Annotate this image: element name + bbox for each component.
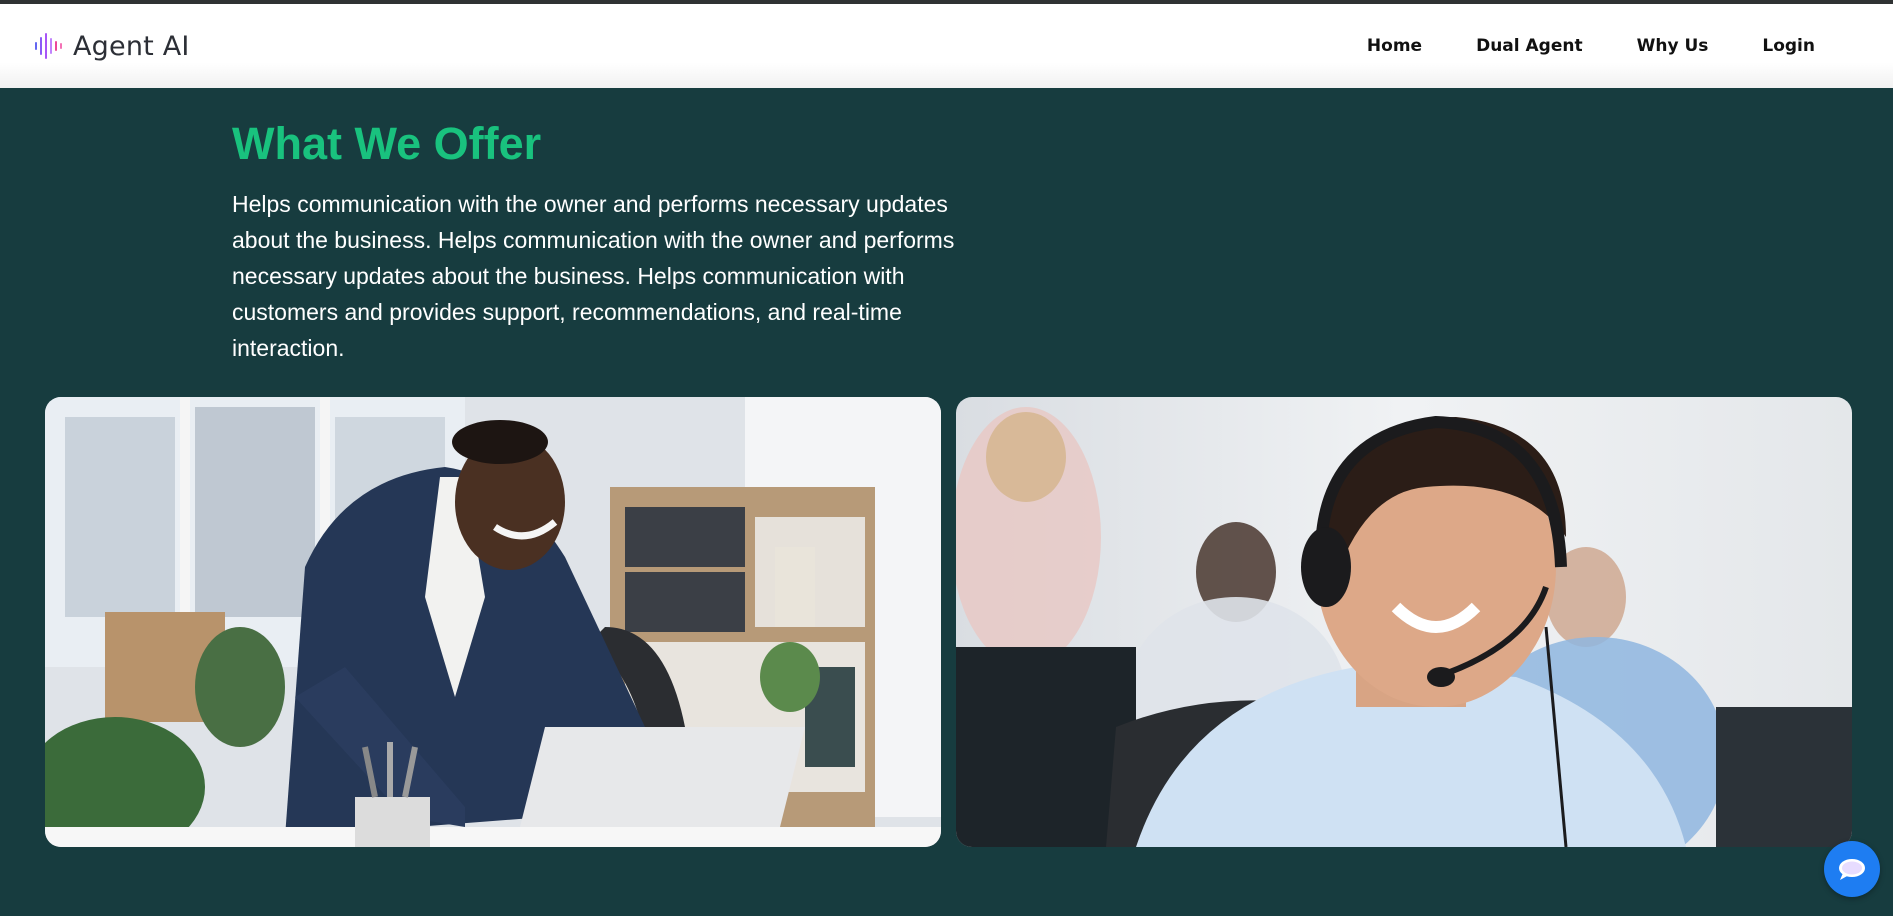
section-title: What We Offer — [232, 118, 542, 169]
nav-why-us[interactable]: Why Us — [1637, 36, 1709, 56]
brand-logo[interactable]: Agent AI — [34, 31, 190, 62]
businessman-at-laptop-photo — [45, 397, 941, 847]
main-nav: Home Dual Agent Why Us Login — [1313, 36, 1815, 56]
nav-login[interactable]: Login — [1762, 36, 1815, 56]
chat-bubble-icon — [1839, 859, 1865, 880]
sound-wave-icon — [35, 33, 62, 59]
brand-name: Agent AI — [73, 30, 190, 62]
section-description: Helps communication with the owner and p… — [232, 191, 955, 361]
nav-home[interactable]: Home — [1367, 36, 1422, 56]
chat-widget-button[interactable] — [1824, 841, 1880, 897]
call-center-agent-headset-photo — [956, 397, 1852, 847]
navbar: Agent AI Home Dual Agent Why Us Login — [0, 4, 1893, 88]
nav-dual-agent[interactable]: Dual Agent — [1476, 36, 1583, 56]
